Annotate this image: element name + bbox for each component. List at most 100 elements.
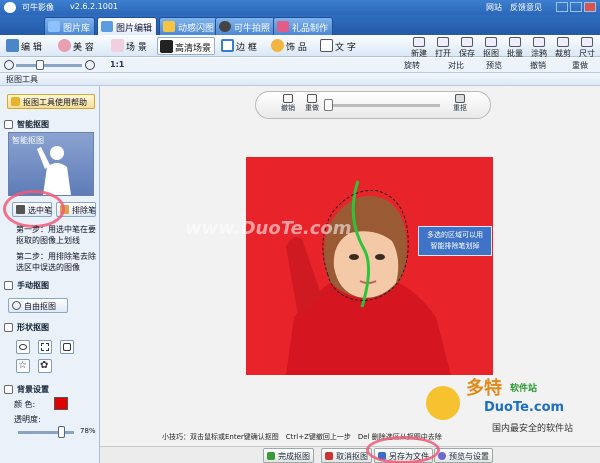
watermark-text: www.DuoTe.com	[185, 218, 352, 239]
batch-icon	[509, 37, 521, 47]
subtab-hd-scene[interactable]: 高清场景	[157, 37, 216, 55]
website-link[interactable]: 网站	[486, 2, 502, 13]
cutout-help-button[interactable]: 抠图工具使用帮助	[7, 94, 95, 109]
bg-color-swatch[interactable]	[54, 397, 68, 410]
zoom-slider-handle[interactable]	[36, 60, 44, 70]
ellipse-icon	[19, 344, 27, 350]
canvas-toolbar: 撤销 重做 重抠	[255, 91, 491, 119]
gif-icon	[163, 21, 175, 32]
opacity-label: 透明度:	[14, 415, 41, 424]
main-tab-bar: 图片库 图片编辑 动感闪图 可牛拍照 礼品制作	[0, 15, 600, 35]
free-cutout-button[interactable]: 自由抠图	[8, 298, 68, 313]
doodle-icon	[533, 37, 545, 47]
rounded-rect-shape-button[interactable]	[60, 340, 74, 354]
zoom-level[interactable]: 1:1	[110, 60, 124, 69]
check-icon	[267, 452, 275, 460]
logo-sub: 软件站	[510, 384, 538, 394]
canvas-redo-button[interactable]: 重做	[302, 94, 322, 113]
resize-button[interactable]: 尺寸	[576, 37, 598, 59]
preview-settings-button[interactable]: 预览与设置	[434, 448, 493, 463]
zoom-bar: 1:1 旋转 对比 预览 撤销 重做	[0, 58, 600, 73]
rounded-rect-icon	[63, 343, 71, 351]
star-icon: ☆	[18, 360, 27, 371]
ellipse-shape-button[interactable]	[16, 340, 30, 354]
close-button[interactable]	[584, 2, 596, 12]
tab-gallery[interactable]: 图片库	[44, 17, 96, 35]
brush-size-handle[interactable]	[324, 99, 333, 111]
doodle-button[interactable]: 涂鸦	[528, 37, 550, 59]
cancel-cutout-button[interactable]: 取消抠图	[321, 448, 372, 463]
feedback-link[interactable]: 反馈意见	[510, 2, 542, 13]
redo-button[interactable]: 重做	[572, 60, 588, 71]
save-as-highlight	[366, 436, 440, 463]
compare-button[interactable]: 对比	[448, 60, 464, 71]
new-icon	[413, 37, 425, 47]
flower-shape-button[interactable]: ✿	[38, 359, 52, 373]
left-panel: 抠图工具使用帮助 智能抠图 智能抠图 选中笔 排除笔 第一步：用选中笔在要抠取的…	[0, 86, 100, 463]
zoom-out-icon[interactable]	[4, 60, 14, 70]
tab-animated-gif[interactable]: 动感闪图	[159, 17, 220, 35]
batch-button[interactable]: 批量	[504, 37, 526, 59]
subtab-frame[interactable]: 边 框	[219, 37, 260, 55]
subtab-edit[interactable]: 编 辑	[4, 37, 45, 55]
logo-slogan: 国内最安全的软件站	[492, 424, 574, 434]
bottom-action-bar: 完成抠图 取消抠图 另存为文件 预览与设置	[100, 446, 600, 463]
child-photo	[286, 180, 451, 375]
step1-text: 第一步：用选中笔在要抠取的图像上划线	[16, 225, 96, 245]
maximize-button[interactable]	[570, 2, 582, 12]
hint-tooltip: 多选的区域可以用 智能排除笔划掉	[418, 226, 492, 256]
dashed-rect-icon	[41, 343, 49, 351]
new-button[interactable]: 新建	[408, 37, 430, 59]
logo-mascot-icon	[426, 386, 460, 420]
tab-image-edit[interactable]: 图片编辑	[97, 17, 158, 35]
minimize-button[interactable]	[556, 2, 568, 12]
shape-cutout-icon	[4, 323, 13, 332]
rect-dashed-shape-button[interactable]	[38, 340, 52, 354]
undo-button[interactable]: 撤销	[530, 60, 546, 71]
zoom-slider[interactable]	[16, 64, 82, 67]
cancel-icon	[325, 452, 333, 460]
tip-text: 小技巧：双击鼠标或Enter键确认抠图 Ctrl+Z键撤回上一步 Del 删除选…	[162, 433, 442, 441]
app-logo-icon	[4, 2, 16, 13]
app-title: 可牛影像	[22, 3, 54, 12]
canvas-undo-button[interactable]: 撤销	[278, 94, 298, 113]
bg-settings-icon	[4, 385, 13, 394]
subtab-text[interactable]: 文 字	[318, 37, 359, 55]
cutout-button[interactable]: 抠图	[480, 37, 502, 59]
logo-name: 多特	[466, 378, 502, 399]
bg-settings-header: 背景设置	[0, 383, 100, 396]
logo-url: DuoTe.com	[484, 400, 565, 415]
photo-canvas[interactable]	[246, 157, 493, 375]
rotate-button[interactable]: 旋转	[404, 60, 420, 71]
panel-header: 抠图工具	[0, 73, 600, 86]
zoom-in-icon[interactable]	[85, 60, 95, 70]
subtab-beauty[interactable]: 美 容	[56, 37, 97, 55]
canvas-reset-button[interactable]: 重抠	[450, 94, 470, 113]
canvas-area: 撤销 重做 重抠 多选的区域可以用 智能排除笔划掉 www.DuoTe.com …	[100, 86, 600, 446]
tab-gift[interactable]: 礼品制作	[273, 17, 334, 35]
smart-cutout-icon	[4, 120, 13, 129]
edit-tool-icon	[6, 39, 19, 52]
step2-text: 第二步：用排除笔去除选区中误选的图像	[16, 252, 96, 272]
subtab-scene[interactable]: 场 景	[109, 37, 150, 55]
resize-icon	[581, 37, 593, 47]
open-button[interactable]: 打开	[432, 37, 454, 59]
save-icon	[461, 37, 473, 47]
brush-size-slider[interactable]	[328, 104, 440, 107]
tab-camera[interactable]: 可牛拍照	[215, 17, 276, 35]
finish-cutout-button[interactable]: 完成抠图	[263, 448, 314, 463]
star-shape-button[interactable]: ☆	[16, 359, 30, 373]
manual-cutout-header: 手动抠图	[0, 279, 100, 292]
gallery-icon	[48, 21, 60, 32]
manual-cutout-icon	[4, 281, 13, 290]
subtab-accessory[interactable]: 饰 品	[269, 37, 310, 55]
crop-button[interactable]: 裁剪	[552, 37, 574, 59]
shape-cutout-header: 形状抠图	[0, 321, 100, 334]
help-icon	[11, 97, 20, 106]
scene-icon	[111, 39, 124, 52]
opacity-slider-handle[interactable]	[58, 426, 65, 438]
opacity-slider[interactable]	[18, 431, 74, 434]
silhouette-icon	[37, 146, 71, 195]
preview-button[interactable]: 预览	[486, 60, 502, 71]
save-button[interactable]: 保存	[456, 37, 478, 59]
